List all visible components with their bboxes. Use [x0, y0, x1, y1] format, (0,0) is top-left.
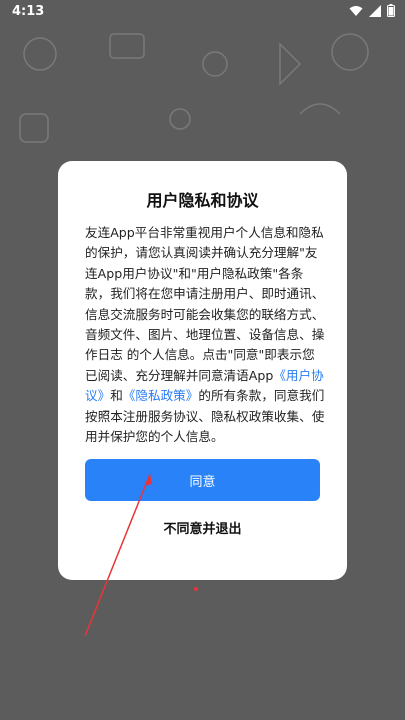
- annotation-dot: [194, 587, 198, 591]
- status-time: 4:13: [12, 4, 45, 19]
- dialog-body: 友连App平台非常重视用户个人信息和隐私的保护，请您认真阅读并确认充分理解"友连…: [85, 223, 325, 447]
- agree-button[interactable]: 同意: [85, 459, 320, 501]
- body-text-part1: 友连App平台非常重视用户个人信息和隐私的保护，请您认真阅读并确认充分理解"友连…: [85, 225, 325, 383]
- status-icons: [349, 4, 395, 17]
- privacy-dialog: 用户隐私和协议 友连App平台非常重视用户个人信息和隐私的保护，请您认真阅读并确…: [58, 161, 347, 580]
- body-text-and: 和: [110, 388, 123, 404]
- privacy-policy-link[interactable]: 《隐私政策》: [123, 388, 199, 403]
- disagree-exit-button[interactable]: 不同意并退出: [85, 517, 320, 543]
- dialog-title: 用户隐私和协议: [146, 191, 259, 210]
- status-bar: 4:13: [0, 0, 405, 24]
- wifi-icon: [349, 5, 363, 16]
- battery-icon: [387, 4, 395, 17]
- signal-icon: [369, 4, 381, 17]
